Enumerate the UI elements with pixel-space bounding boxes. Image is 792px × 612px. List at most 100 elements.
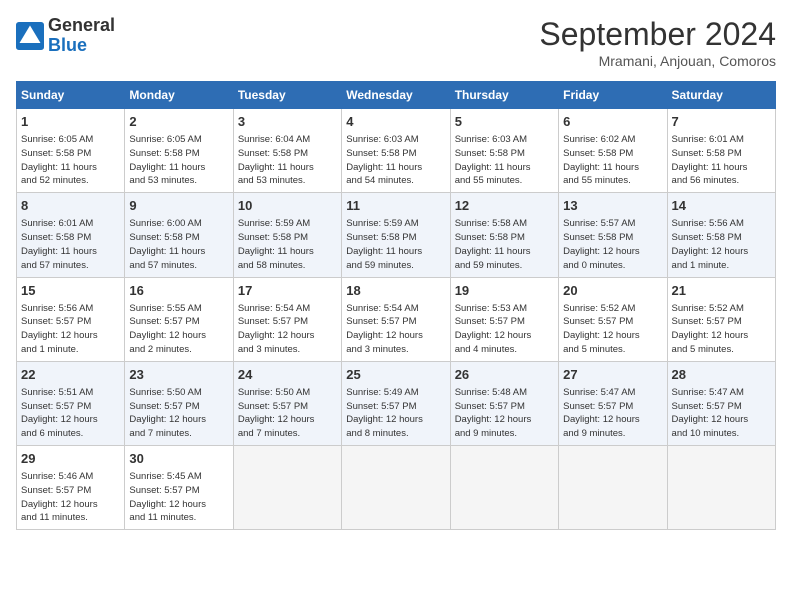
day-number: 5 bbox=[455, 113, 554, 131]
day-number: 3 bbox=[238, 113, 337, 131]
day-number: 15 bbox=[21, 282, 120, 300]
day-number: 14 bbox=[672, 197, 771, 215]
day-info: Sunrise: 5:59 AM Sunset: 5:58 PM Dayligh… bbox=[346, 217, 445, 272]
day-info: Sunrise: 5:47 AM Sunset: 5:57 PM Dayligh… bbox=[672, 386, 771, 441]
calendar-cell: 5 Sunrise: 6:03 AM Sunset: 5:58 PM Daylig… bbox=[450, 109, 558, 193]
header-wednesday: Wednesday bbox=[342, 82, 450, 109]
header-thursday: Thursday bbox=[450, 82, 558, 109]
day-number: 25 bbox=[346, 366, 445, 384]
day-number: 12 bbox=[455, 197, 554, 215]
calendar-row-2: 8 Sunrise: 6:01 AM Sunset: 5:58 PM Daylig… bbox=[17, 193, 776, 277]
calendar-cell: 28 Sunrise: 5:47 AM Sunset: 5:57 PM Dayli… bbox=[667, 361, 775, 445]
calendar-cell: 6 Sunrise: 6:02 AM Sunset: 5:58 PM Daylig… bbox=[559, 109, 667, 193]
day-number: 21 bbox=[672, 282, 771, 300]
day-number: 10 bbox=[238, 197, 337, 215]
day-number: 30 bbox=[129, 450, 228, 468]
day-number: 9 bbox=[129, 197, 228, 215]
calendar-cell: 19 Sunrise: 5:53 AM Sunset: 5:57 PM Dayli… bbox=[450, 277, 558, 361]
header-sunday: Sunday bbox=[17, 82, 125, 109]
calendar-row-4: 22Sunrise: 5:51 AM Sunset: 5:57 PM Dayli… bbox=[17, 361, 776, 445]
day-number: 6 bbox=[563, 113, 662, 131]
day-number: 29 bbox=[21, 450, 120, 468]
header-tuesday: Tuesday bbox=[233, 82, 341, 109]
day-info: Sunrise: 6:01 AM Sunset: 5:58 PM Dayligh… bbox=[21, 217, 120, 272]
day-info: Sunrise: 5:56 AM Sunset: 5:57 PM Dayligh… bbox=[21, 302, 120, 357]
header-saturday: Saturday bbox=[667, 82, 775, 109]
day-info: Sunrise: 5:58 AM Sunset: 5:58 PM Dayligh… bbox=[455, 217, 554, 272]
logo-icon bbox=[16, 22, 44, 50]
calendar-cell: 18Sunrise: 5:54 AM Sunset: 5:57 PM Dayli… bbox=[342, 277, 450, 361]
logo-line2: Blue bbox=[48, 36, 115, 56]
day-number: 17 bbox=[238, 282, 337, 300]
calendar-row-1: 1 Sunrise: 6:05 AM Sunset: 5:58 PM Daylig… bbox=[17, 109, 776, 193]
day-info: Sunrise: 5:55 AM Sunset: 5:57 PM Dayligh… bbox=[129, 302, 228, 357]
day-number: 19 bbox=[455, 282, 554, 300]
calendar-cell: 13Sunrise: 5:57 AM Sunset: 5:58 PM Dayli… bbox=[559, 193, 667, 277]
calendar-cell: 2 Sunrise: 6:05 AM Sunset: 5:58 PM Daylig… bbox=[125, 109, 233, 193]
day-number: 23 bbox=[129, 366, 228, 384]
day-info: Sunrise: 5:50 AM Sunset: 5:57 PM Dayligh… bbox=[238, 386, 337, 441]
day-number: 13 bbox=[563, 197, 662, 215]
day-info: Sunrise: 6:05 AM Sunset: 5:58 PM Dayligh… bbox=[21, 133, 120, 188]
day-number: 28 bbox=[672, 366, 771, 384]
calendar-table: SundayMondayTuesdayWednesdayThursdayFrid… bbox=[16, 81, 776, 530]
calendar-row-3: 15 Sunrise: 5:56 AM Sunset: 5:57 PM Dayli… bbox=[17, 277, 776, 361]
day-info: Sunrise: 5:59 AM Sunset: 5:58 PM Dayligh… bbox=[238, 217, 337, 272]
day-number: 2 bbox=[129, 113, 228, 131]
calendar-cell bbox=[667, 446, 775, 530]
day-info: Sunrise: 6:01 AM Sunset: 5:58 PM Dayligh… bbox=[672, 133, 771, 188]
logo: General Blue bbox=[16, 16, 115, 56]
month-title: September 2024 bbox=[539, 16, 776, 53]
day-number: 8 bbox=[21, 197, 120, 215]
day-number: 22 bbox=[21, 366, 120, 384]
calendar-cell: 26 Sunrise: 5:48 AM Sunset: 5:57 PM Dayli… bbox=[450, 361, 558, 445]
day-number: 7 bbox=[672, 113, 771, 131]
header-friday: Friday bbox=[559, 82, 667, 109]
calendar-cell: 9 Sunrise: 6:00 AM Sunset: 5:58 PM Daylig… bbox=[125, 193, 233, 277]
day-number: 26 bbox=[455, 366, 554, 384]
day-number: 20 bbox=[563, 282, 662, 300]
day-info: Sunrise: 5:49 AM Sunset: 5:57 PM Dayligh… bbox=[346, 386, 445, 441]
page-header: General Blue September 2024 Mramani, Anj… bbox=[16, 16, 776, 69]
day-number: 4 bbox=[346, 113, 445, 131]
day-info: Sunrise: 5:56 AM Sunset: 5:58 PM Dayligh… bbox=[672, 217, 771, 272]
calendar-cell: 10 Sunrise: 5:59 AM Sunset: 5:58 PM Dayli… bbox=[233, 193, 341, 277]
calendar-cell: 11 Sunrise: 5:59 AM Sunset: 5:58 PM Dayli… bbox=[342, 193, 450, 277]
calendar-cell: 8 Sunrise: 6:01 AM Sunset: 5:58 PM Daylig… bbox=[17, 193, 125, 277]
calendar-cell: 14 Sunrise: 5:56 AM Sunset: 5:58 PM Dayli… bbox=[667, 193, 775, 277]
day-info: Sunrise: 6:05 AM Sunset: 5:58 PM Dayligh… bbox=[129, 133, 228, 188]
day-info: Sunrise: 5:52 AM Sunset: 5:57 PM Dayligh… bbox=[563, 302, 662, 357]
calendar-cell: 3 Sunrise: 6:04 AM Sunset: 5:58 PM Daylig… bbox=[233, 109, 341, 193]
day-info: Sunrise: 5:52 AM Sunset: 5:57 PM Dayligh… bbox=[672, 302, 771, 357]
day-info: Sunrise: 6:00 AM Sunset: 5:58 PM Dayligh… bbox=[129, 217, 228, 272]
day-number: 11 bbox=[346, 197, 445, 215]
location: Mramani, Anjouan, Comoros bbox=[539, 53, 776, 69]
calendar-cell bbox=[450, 446, 558, 530]
logo-line1: General bbox=[48, 16, 115, 36]
day-info: Sunrise: 5:48 AM Sunset: 5:57 PM Dayligh… bbox=[455, 386, 554, 441]
calendar-cell: 22Sunrise: 5:51 AM Sunset: 5:57 PM Dayli… bbox=[17, 361, 125, 445]
calendar-cell: 27Sunrise: 5:47 AM Sunset: 5:57 PM Dayli… bbox=[559, 361, 667, 445]
day-info: Sunrise: 5:53 AM Sunset: 5:57 PM Dayligh… bbox=[455, 302, 554, 357]
calendar-cell: 7 Sunrise: 6:01 AM Sunset: 5:58 PM Daylig… bbox=[667, 109, 775, 193]
day-info: Sunrise: 6:04 AM Sunset: 5:58 PM Dayligh… bbox=[238, 133, 337, 188]
calendar-cell bbox=[233, 446, 341, 530]
day-number: 1 bbox=[21, 113, 120, 131]
calendar-cell: 24Sunrise: 5:50 AM Sunset: 5:57 PM Dayli… bbox=[233, 361, 341, 445]
calendar-cell: 1 Sunrise: 6:05 AM Sunset: 5:58 PM Daylig… bbox=[17, 109, 125, 193]
calendar-cell bbox=[342, 446, 450, 530]
day-number: 16 bbox=[129, 282, 228, 300]
day-info: Sunrise: 6:02 AM Sunset: 5:58 PM Dayligh… bbox=[563, 133, 662, 188]
day-info: Sunrise: 5:45 AM Sunset: 5:57 PM Dayligh… bbox=[129, 470, 228, 525]
header-monday: Monday bbox=[125, 82, 233, 109]
calendar-cell: 16 Sunrise: 5:55 AM Sunset: 5:57 PM Dayli… bbox=[125, 277, 233, 361]
calendar-cell: 20 Sunrise: 5:52 AM Sunset: 5:57 PM Dayli… bbox=[559, 277, 667, 361]
calendar-row-5: 29Sunrise: 5:46 AM Sunset: 5:57 PM Dayli… bbox=[17, 446, 776, 530]
calendar-cell: 21 Sunrise: 5:52 AM Sunset: 5:57 PM Dayli… bbox=[667, 277, 775, 361]
calendar-cell: 12 Sunrise: 5:58 AM Sunset: 5:58 PM Dayli… bbox=[450, 193, 558, 277]
day-info: Sunrise: 6:03 AM Sunset: 5:58 PM Dayligh… bbox=[346, 133, 445, 188]
calendar-cell: 15 Sunrise: 5:56 AM Sunset: 5:57 PM Dayli… bbox=[17, 277, 125, 361]
day-info: Sunrise: 6:03 AM Sunset: 5:58 PM Dayligh… bbox=[455, 133, 554, 188]
day-info: Sunrise: 5:50 AM Sunset: 5:57 PM Dayligh… bbox=[129, 386, 228, 441]
day-number: 27 bbox=[563, 366, 662, 384]
